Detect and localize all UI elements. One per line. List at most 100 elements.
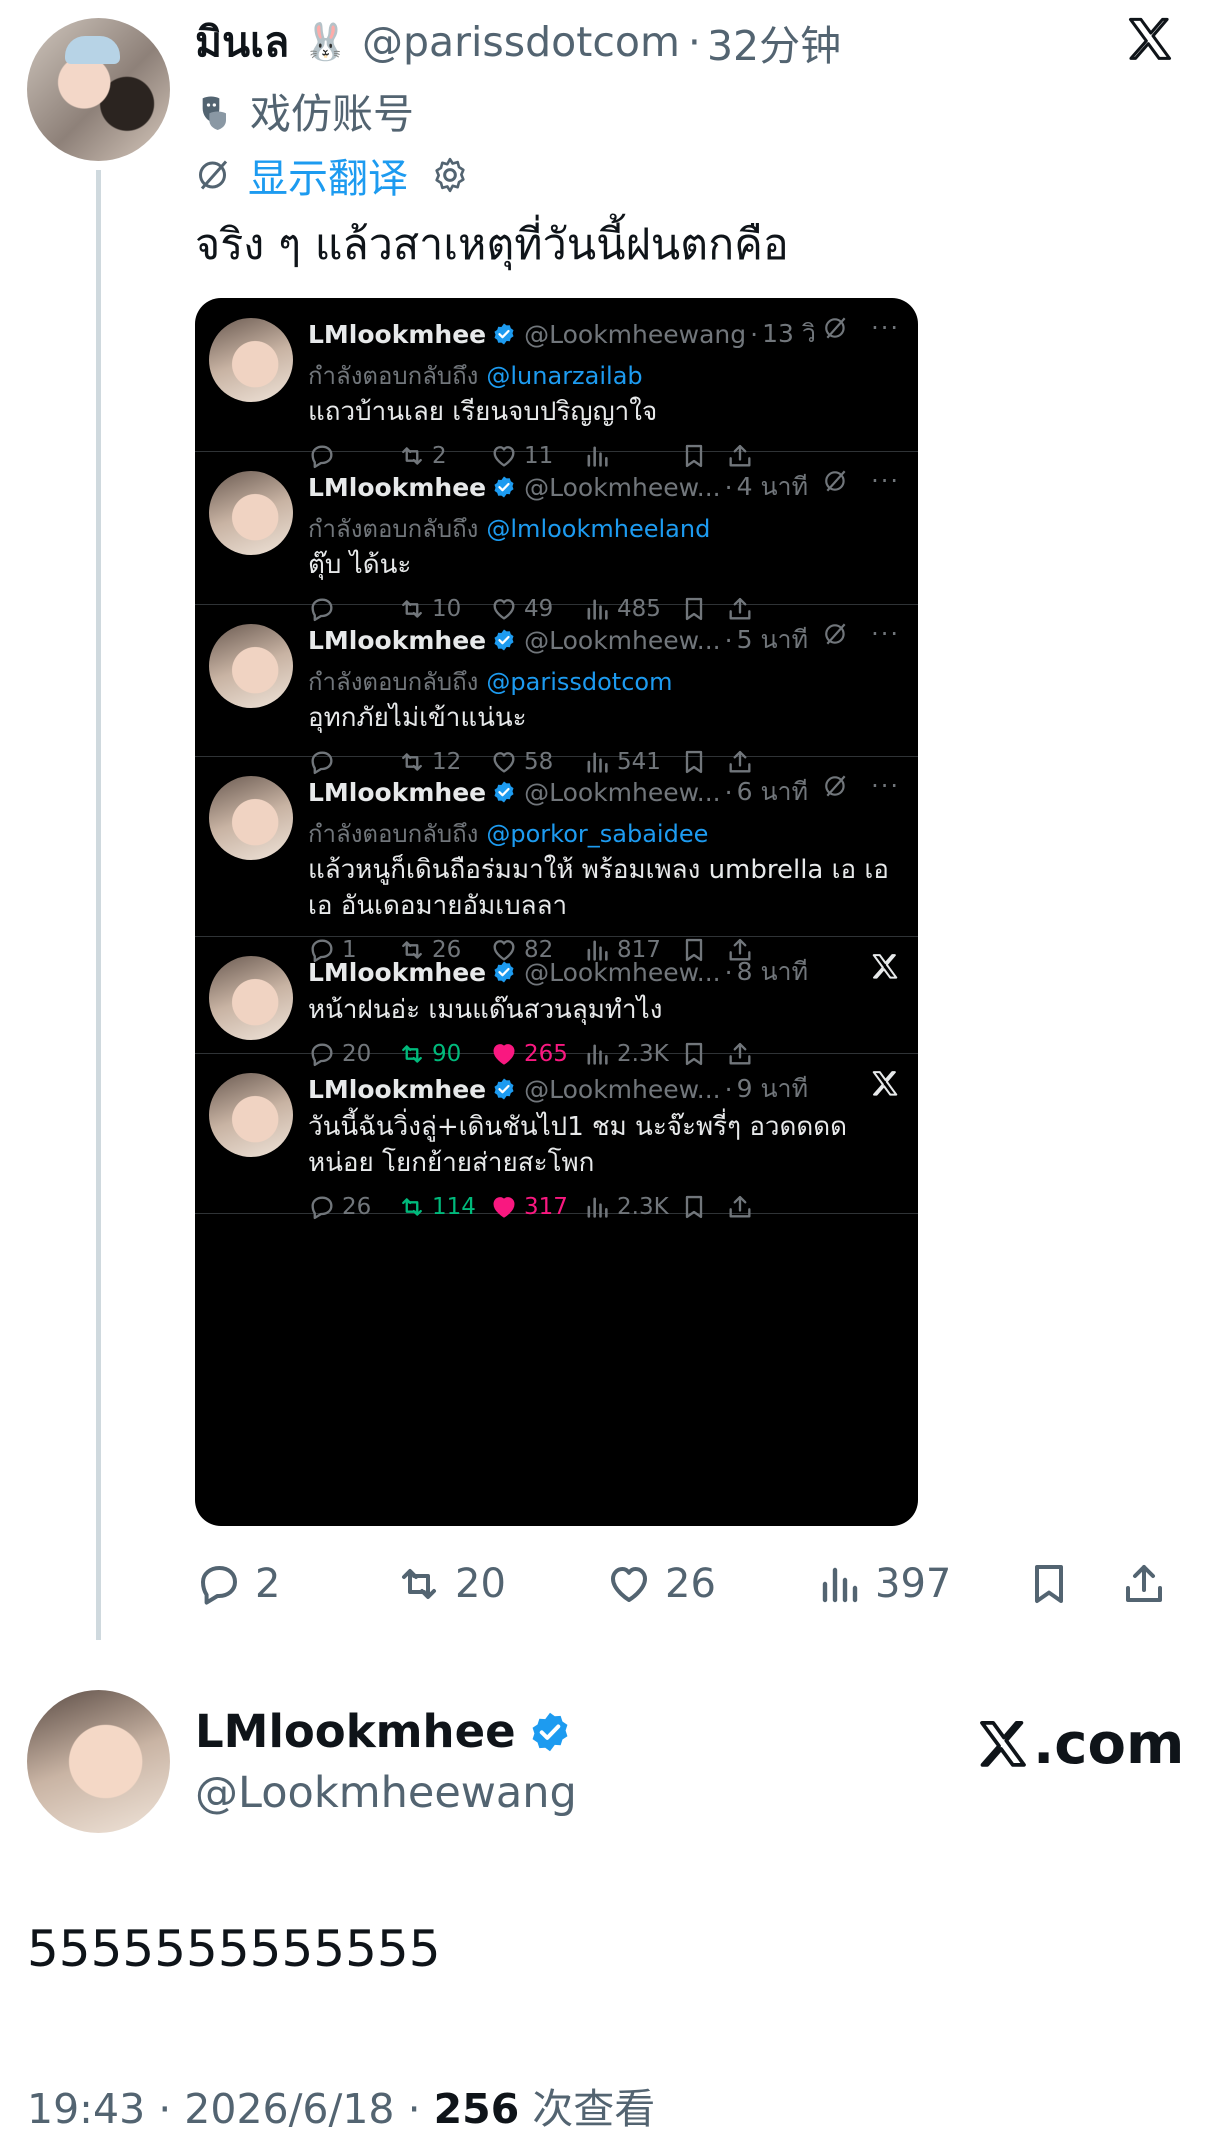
retweet-button[interactable]: 20 xyxy=(395,1560,506,1608)
grok-icon[interactable] xyxy=(823,621,849,647)
grok-icon[interactable] xyxy=(196,157,232,193)
avatar[interactable] xyxy=(209,776,293,860)
author-handle[interactable]: @parissdotcom xyxy=(362,18,680,66)
views-button[interactable]: 397 xyxy=(815,1560,951,1608)
tweet-time[interactable]: 8 นาที xyxy=(737,952,808,992)
retweet-count: 114 xyxy=(432,1194,476,1220)
reply-icon xyxy=(311,1196,333,1220)
verified-badge-icon xyxy=(494,781,514,803)
translate-link[interactable]: 显示翻译 xyxy=(248,146,408,204)
avatar[interactable] xyxy=(209,318,293,402)
reply-button[interactable]: 2 xyxy=(195,1560,280,1608)
quoted-author-name[interactable]: LMlookmhee xyxy=(195,1705,516,1758)
replying-to: กำลังตอบกลับถึง @lmlookmheeland xyxy=(308,509,710,548)
avatar[interactable] xyxy=(209,471,293,555)
author-handle[interactable]: @Lookmheew... xyxy=(524,473,721,502)
tweet-time[interactable]: 13 วิ xyxy=(762,314,816,354)
author-handle[interactable]: @Lookmheew... xyxy=(524,626,721,655)
author-handle[interactable]: @Lookmheewang xyxy=(524,320,746,349)
reply-icon xyxy=(201,1566,237,1605)
embedded-tweet[interactable]: LMlookmhee @Lookmheew... · 8 นาที หน้าฝนอ่ะ … xyxy=(195,936,918,1067)
more-icon[interactable]: ··· xyxy=(871,467,900,495)
tweet-actions: 2 20 26 397 xyxy=(195,1560,1180,1610)
heart-icon xyxy=(611,1567,647,1602)
rabbit-emoji: 🐰 xyxy=(303,22,349,63)
embedded-tweet-header: LMlookmhee @Lookmheewang · 13 วิ xyxy=(308,314,816,354)
verified-badge-icon xyxy=(494,476,514,498)
separator-dot: · xyxy=(158,2085,185,2133)
replying-to: กำลังตอบกลับถึง @parissdotcom xyxy=(308,662,672,701)
embedded-tweet[interactable]: LMlookmhee @Lookmheewang · 13 วิ ··· กำลังตอบ… xyxy=(195,298,918,469)
author-name[interactable]: LMlookmhee xyxy=(308,473,486,502)
author-name[interactable]: LMlookmhee xyxy=(308,778,486,807)
replying-to-mention[interactable]: @parissdotcom xyxy=(486,668,672,696)
tweet-clock-time[interactable]: 19:43 xyxy=(27,2085,145,2133)
author-handle[interactable]: @Lookmheew... xyxy=(524,1075,721,1104)
bookmark-icon xyxy=(1035,1565,1063,1603)
more-icon[interactable]: ··· xyxy=(871,314,900,342)
avatar[interactable] xyxy=(209,1073,293,1157)
like-button[interactable]: 317 xyxy=(490,1193,568,1221)
quoted-avatar[interactable] xyxy=(27,1690,170,1833)
tweet-date[interactable]: 2026/6/18 xyxy=(184,2085,394,2133)
embedded-tweet[interactable]: LMlookmhee @Lookmheew... · 9 นาที วันนี้ฉันว… xyxy=(195,1053,918,1220)
author-name[interactable]: LMlookmhee xyxy=(308,626,486,655)
avatar[interactable] xyxy=(27,18,170,161)
tweet-header: มินเล 🐰 @parissdotcom · 32分钟 xyxy=(195,12,841,72)
embedded-tweet-text: แล้วหนูก็เดินถือร่มมาให้ พร้อมเพลง umbre… xyxy=(308,855,889,921)
separator-dot: · xyxy=(724,472,733,502)
author-name[interactable]: LMlookmhee xyxy=(308,320,486,349)
embedded-tweet[interactable]: LMlookmhee @Lookmheew... · 5 นาที ··· กำลังตอ… xyxy=(195,604,918,775)
tweet-time[interactable]: 5 นาที xyxy=(737,620,808,660)
retweet-button[interactable]: 114 xyxy=(398,1193,476,1221)
replying-to-label: กำลังตอบกลับถึง xyxy=(308,668,479,696)
more-icon[interactable]: ··· xyxy=(871,772,900,800)
avatar[interactable] xyxy=(209,624,293,708)
view-count: 256 xyxy=(433,2085,520,2133)
reply-button[interactable]: 26 xyxy=(308,1193,371,1221)
embedded-tweet-text: อุทกภัยไม่เข้าแน่นะ xyxy=(308,703,527,733)
verified-badge-icon xyxy=(494,629,514,651)
embedded-tweet-menu: ··· xyxy=(823,314,900,342)
share-button[interactable] xyxy=(726,1193,760,1221)
retweet-icon xyxy=(402,1198,422,1216)
replying-to-mention[interactable]: @lunarzailab xyxy=(486,362,642,390)
grok-icon[interactable] xyxy=(823,468,849,494)
mask-icon xyxy=(202,96,226,130)
quoted-author-handle[interactable]: @Lookmheewang xyxy=(195,1768,577,1818)
share-button[interactable] xyxy=(1120,1560,1180,1608)
author-name[interactable]: มินเล xyxy=(195,10,289,75)
author-handle[interactable]: @Lookmheew... xyxy=(524,958,721,987)
embedded-tweet[interactable]: LMlookmhee @Lookmheew... · 4 นาที ··· กำลังตอ… xyxy=(195,451,918,622)
share-icon xyxy=(729,1195,751,1218)
views-count: 397 xyxy=(875,1561,952,1607)
bookmark-button[interactable] xyxy=(680,1193,714,1221)
like-button[interactable]: 26 xyxy=(605,1560,716,1608)
grok-icon[interactable] xyxy=(823,315,849,341)
replying-to-mention[interactable]: @lmlookmheeland xyxy=(486,515,710,543)
author-name[interactable]: LMlookmhee xyxy=(308,1075,486,1104)
embedded-screenshot[interactable]: LMlookmhee @Lookmheewang · 13 วิ ··· กำลังตอบ… xyxy=(195,298,918,1526)
verified-badge-icon xyxy=(532,1712,568,1751)
parody-text: 戏仿账号 xyxy=(250,90,414,138)
gear-icon[interactable] xyxy=(430,155,470,195)
more-icon[interactable]: ··· xyxy=(871,620,900,648)
x-com-logo: .com xyxy=(975,1712,1184,1777)
tweet-time[interactable]: 6 นาที xyxy=(737,772,808,812)
grok-icon[interactable] xyxy=(823,773,849,799)
views-button[interactable]: 2.3K xyxy=(583,1193,669,1221)
separator-dot: · xyxy=(750,319,759,349)
tweet-time[interactable]: 32分钟 xyxy=(707,12,841,72)
bookmark-button[interactable] xyxy=(1025,1560,1085,1608)
share-icon xyxy=(1126,1565,1162,1602)
avatar[interactable] xyxy=(209,956,293,1040)
embedded-tweet[interactable]: LMlookmhee @Lookmheew... · 6 นาที ··· กำลังตอ… xyxy=(195,756,918,963)
tweet-time[interactable]: 4 นาที xyxy=(737,467,808,507)
tweet-time[interactable]: 9 นาที xyxy=(737,1069,808,1109)
embedded-tweet-text: ตุ๊บ ได้นะ xyxy=(308,550,412,580)
replying-to: กำลังตอบกลับถึง @porkor_sabaidee xyxy=(308,814,708,853)
author-handle[interactable]: @Lookmheew... xyxy=(524,778,721,807)
quoted-author-row: LMlookmhee xyxy=(195,1705,572,1758)
replying-to-mention[interactable]: @porkor_sabaidee xyxy=(486,820,708,848)
author-name[interactable]: LMlookmhee xyxy=(308,958,486,987)
